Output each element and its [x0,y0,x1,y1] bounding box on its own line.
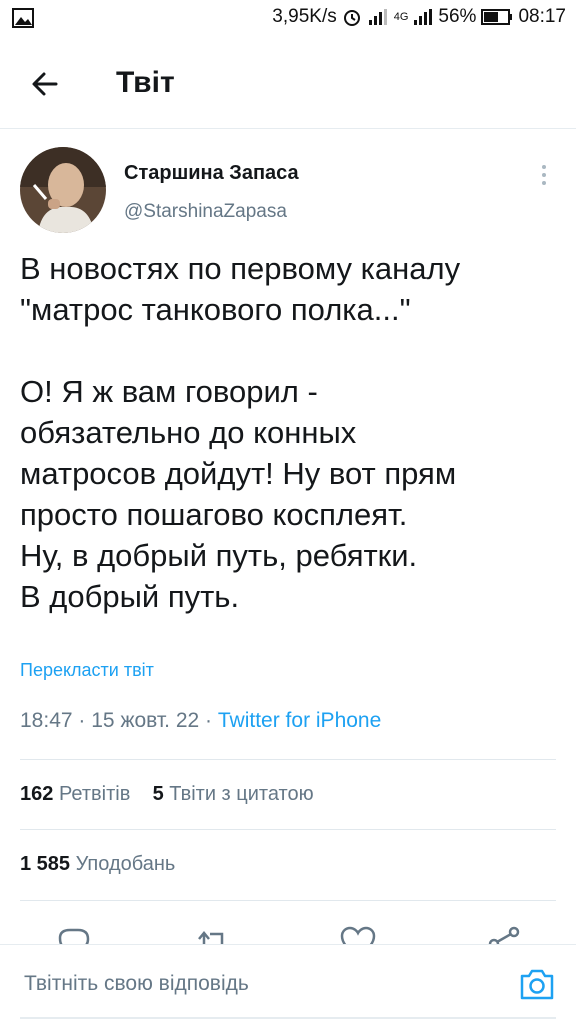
tweet-line: просто пошагово косплеят. [20,497,408,532]
tweet-metadata: 18:47 · 15 жовт. 22 · Twitter for iPhone [20,709,381,733]
divider [20,900,556,901]
divider [20,829,556,830]
tweet-line: "матрос танкового полка..." [20,292,411,327]
likes-label: Уподобань [75,853,176,875]
alarm-icon [342,7,362,27]
more-vertical-icon [542,165,546,185]
tweet-time: 18:47 [20,709,73,732]
tweet-text: В новостях по первому каналу "матрос тан… [20,248,556,617]
composer-underline [20,1017,556,1019]
share-button[interactable] [484,924,524,946]
translate-tweet-link[interactable]: Перекласти твіт [20,660,154,681]
quotes-count: 5 [152,783,164,805]
retweets-count: 162 [20,783,54,805]
share-icon [488,926,520,946]
avatar[interactable] [20,147,106,233]
camera-icon [520,969,554,1000]
tweet-line: Ну, в добрый путь, ребятки. [20,538,418,573]
meta-separator: · [78,709,86,732]
battery-icon [481,9,513,25]
likes-count: 1 585 [20,853,71,875]
retweet-stats: 162 Ретвітів 5 Твіти з цитатою [20,783,314,806]
retweet-button[interactable] [194,924,234,946]
reply-button[interactable] [54,924,94,946]
divider [20,759,556,760]
top-bar: Твіт [0,40,576,129]
tweet-line: В новостях по первому каналу [20,251,461,286]
signal-icon [367,8,389,26]
tweet-line: О! Я ж вам говорил - [20,374,318,409]
page-title: Твіт [116,66,175,99]
tweet-line: обязательно до конных [20,415,357,450]
signal-icon-2 [413,8,433,26]
network-speed: 3,95K/s [272,6,337,27]
status-bar: 3,95K/s 4G 56% 08:17 [0,0,576,40]
back-button[interactable] [26,64,66,104]
tweet-source-link[interactable]: Twitter for iPhone [218,709,381,732]
arrow-left-icon [32,72,58,96]
quotes-stat[interactable]: 5 Твіти з цитатою [153,783,314,805]
retweet-icon [198,931,224,946]
battery-percent: 56% [438,6,477,27]
author-display-name[interactable]: Старшина Запаса [124,162,299,185]
quotes-label: Твіти з цитатою [169,783,314,805]
tweet-line: В добрый путь. [20,579,240,614]
reply-icon [58,928,90,946]
reply-composer: Твітніть свою відповідь [0,944,576,1025]
clock: 08:17 [518,6,566,27]
gallery-notification-icon [12,8,34,33]
author-handle[interactable]: @StarshinaZapasa [124,201,287,223]
likes-stat[interactable]: 1 585 Уподобань [20,853,175,876]
retweets-stat[interactable]: 162 Ретвітів [20,783,130,805]
retweets-label: Ретвітів [58,783,131,805]
like-button[interactable] [338,924,378,946]
tweet-date: 15 жовт. 22 [91,709,200,732]
camera-button[interactable] [518,967,556,1001]
network-type: 4G [393,11,409,23]
like-icon [340,926,376,946]
meta-separator: · [205,709,213,732]
more-options-button[interactable] [532,160,556,190]
tweet-line: матросов дойдут! Ну вот прям [20,456,457,491]
reply-input[interactable]: Твітніть свою відповідь [24,972,249,996]
